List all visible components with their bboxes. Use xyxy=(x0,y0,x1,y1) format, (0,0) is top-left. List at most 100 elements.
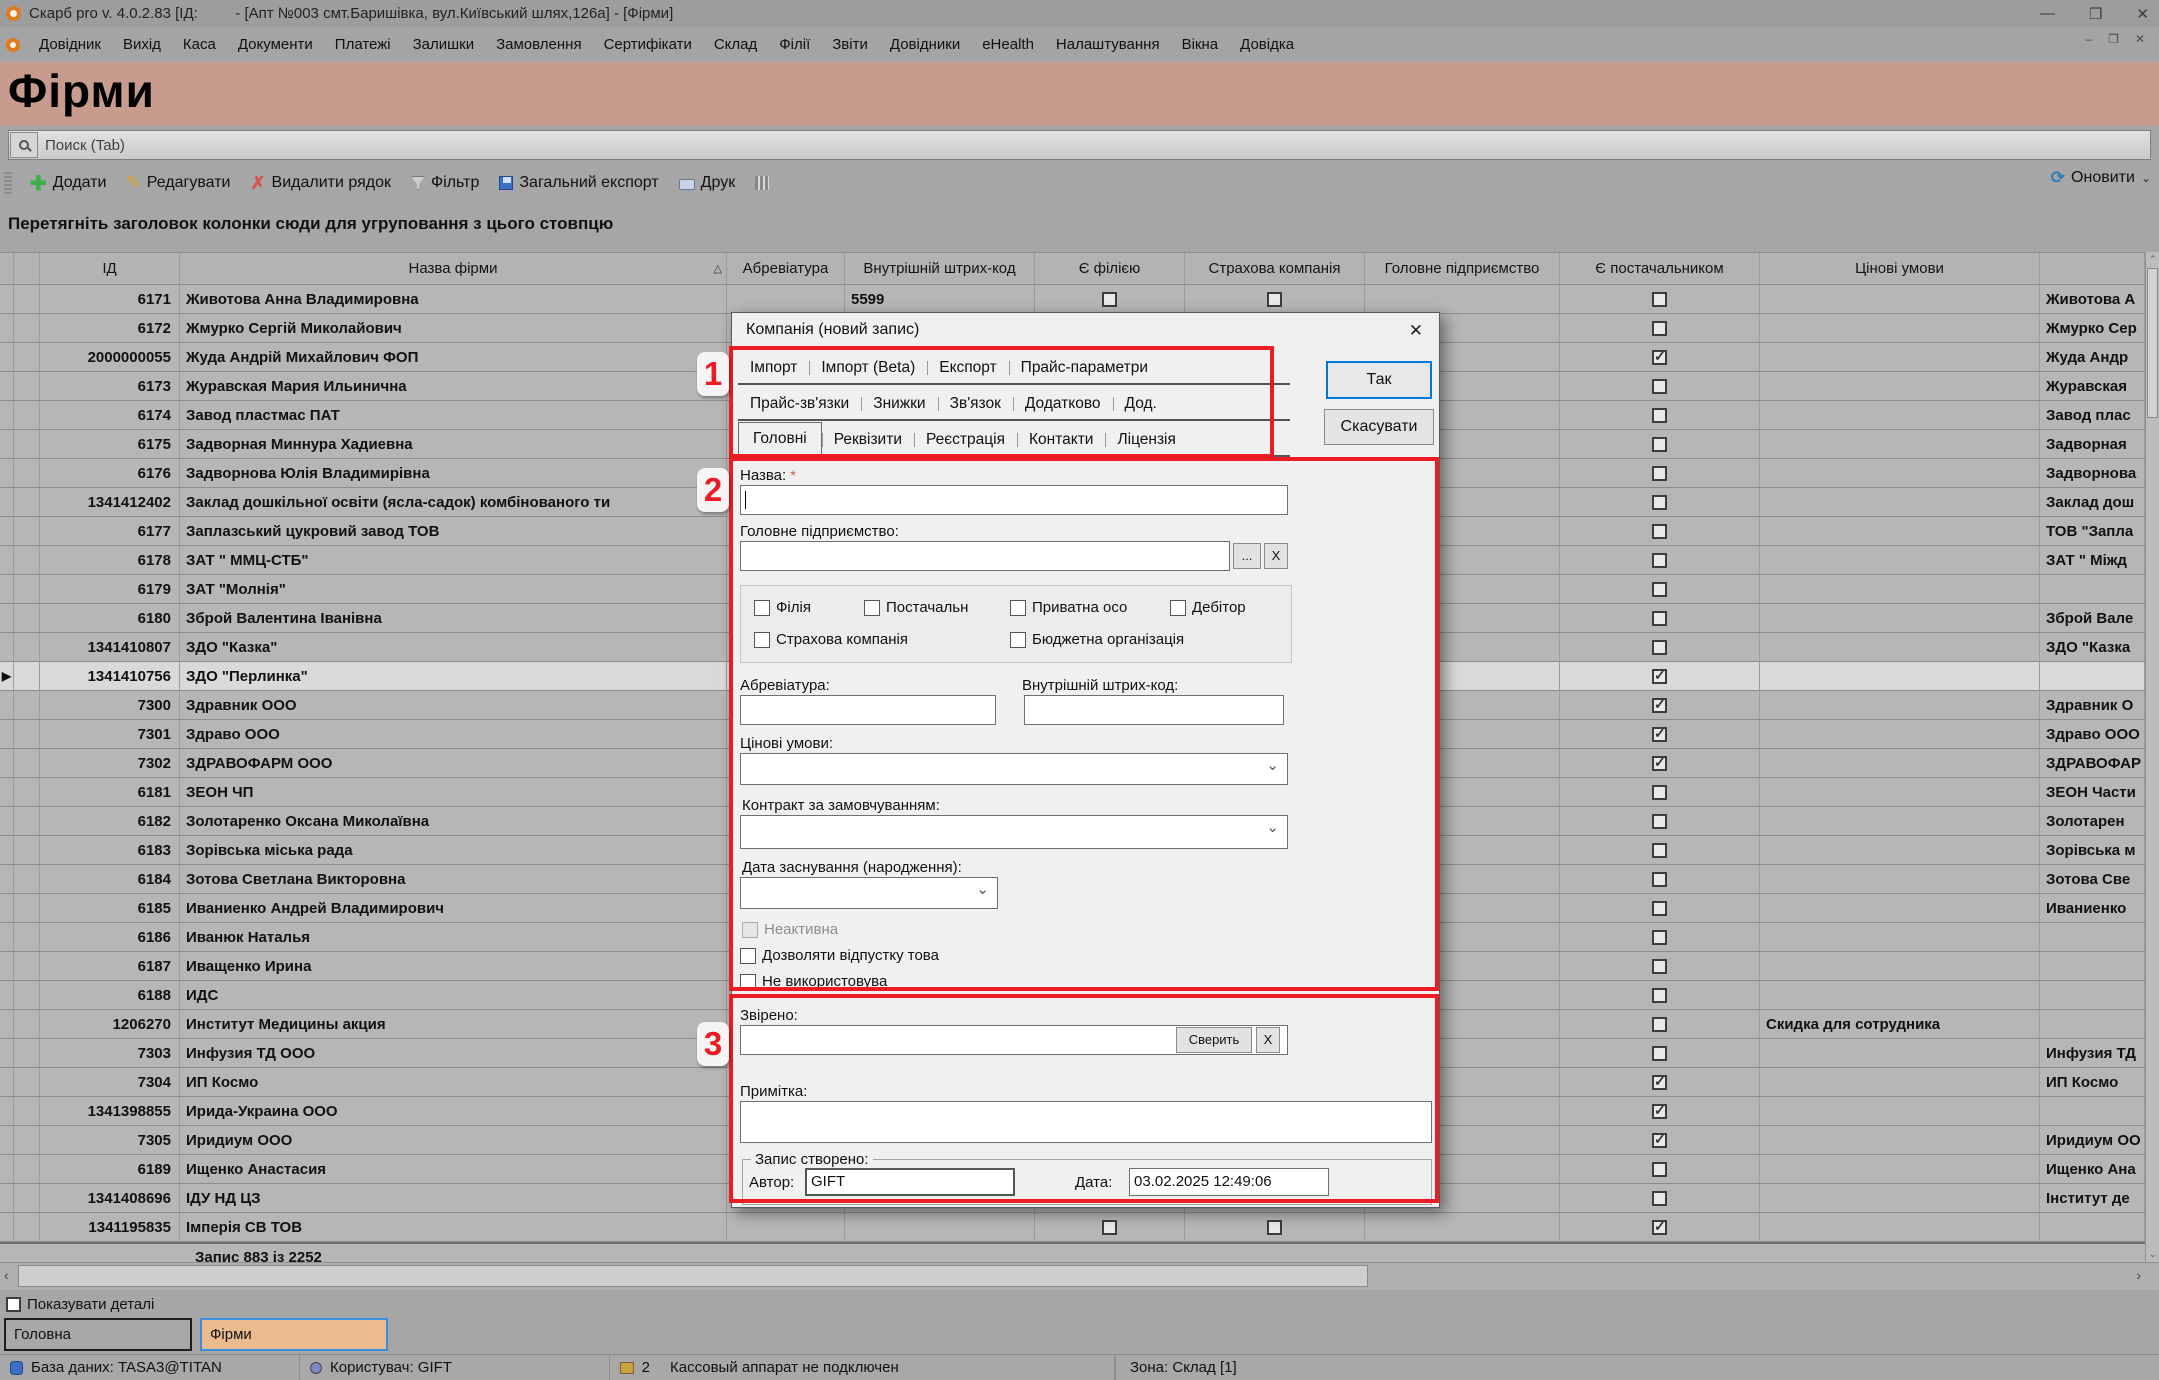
checkbox-checked-icon xyxy=(1652,350,1667,365)
menu-item-довідка[interactable]: Довідка xyxy=(1229,32,1305,57)
ok-button[interactable]: Так xyxy=(1326,361,1432,399)
menu-item-ehealth[interactable]: eHealth xyxy=(971,32,1045,57)
menu-item-довідники[interactable]: Довідники xyxy=(879,32,971,57)
cell xyxy=(0,575,14,603)
cell-price-terms xyxy=(1760,546,2040,574)
checkbox-icon xyxy=(1267,1220,1282,1235)
menu-item-звіти[interactable]: Звіти xyxy=(821,32,879,57)
cell-is-supplier xyxy=(1560,575,1760,603)
edit-button[interactable]: ✎Редагувати xyxy=(116,169,240,197)
cell xyxy=(14,285,40,313)
app-logo-icon xyxy=(6,6,21,21)
print-button[interactable]: Друк xyxy=(669,170,746,196)
menu-item-документи[interactable]: Документи xyxy=(227,32,324,57)
app-menu-icon[interactable] xyxy=(6,38,20,52)
vscroll-thumb[interactable] xyxy=(2147,268,2158,418)
column-header[interactable]: Внутрішній штрих-код xyxy=(845,253,1035,284)
cell xyxy=(14,836,40,864)
scroll-up-icon[interactable]: ⌃ xyxy=(2149,254,2157,265)
search-input[interactable]: Поиск (Tab) xyxy=(39,137,125,154)
scroll-left-icon[interactable]: ‹ xyxy=(4,1267,9,1283)
cell-alt-name: Жмурко Сер xyxy=(2040,314,2145,342)
menu-item-сертифікати[interactable]: Сертифікати xyxy=(593,32,703,57)
scroll-right-icon[interactable]: › xyxy=(2136,1267,2141,1283)
menu-item-каса[interactable]: Каса xyxy=(172,32,227,57)
column-header[interactable]: Є філією xyxy=(1035,253,1185,284)
tab-firms[interactable]: Фірми xyxy=(200,1318,388,1351)
restore-button[interactable]: ❐ xyxy=(2089,5,2102,23)
dialog-close-icon[interactable]: ✕ xyxy=(1409,321,1423,341)
refresh-dropdown-icon[interactable]: ⌄ xyxy=(2141,171,2151,185)
export-button[interactable]: Загальний експорт xyxy=(489,170,668,196)
table-row[interactable]: 6171Животова Анна Владимировна5599Живото… xyxy=(0,285,2159,314)
column-header[interactable]: Абревіатура xyxy=(727,253,845,284)
menu-item-довідник[interactable]: Довідник xyxy=(28,32,112,57)
cell-is-supplier xyxy=(1560,923,1760,951)
cell-name: Здраво ООО xyxy=(180,720,727,748)
cell-price-terms xyxy=(1760,952,2040,980)
checkbox-icon xyxy=(1652,814,1667,829)
cell-is-supplier xyxy=(1560,633,1760,661)
cell-price-terms xyxy=(1760,720,2040,748)
cell-id: 1341195835 xyxy=(40,1213,180,1241)
cancel-button[interactable]: Скасувати xyxy=(1324,409,1434,445)
menu-item-замовлення[interactable]: Замовлення xyxy=(485,32,592,57)
cell-price-terms xyxy=(1760,343,2040,371)
column-header[interactable] xyxy=(2040,253,2145,284)
filter-button[interactable]: Фільтр xyxy=(401,170,489,196)
menu-item-налаштування[interactable]: Налаштування xyxy=(1045,32,1171,57)
mdi-minimize-button[interactable]: – xyxy=(2085,32,2092,46)
group-by-text: Перетягніть заголовок колонки сюди для у… xyxy=(0,214,613,233)
cell-is-supplier xyxy=(1560,691,1760,719)
horizontal-scrollbar[interactable]: ‹ › xyxy=(0,1262,2159,1290)
refresh-button[interactable]: ⟳ Оновити ⌄ xyxy=(2051,168,2151,188)
cell-id: 6177 xyxy=(40,517,180,545)
menu-item-вікна[interactable]: Вікна xyxy=(1171,32,1230,57)
mdi-close-button[interactable]: ✕ xyxy=(2135,32,2145,46)
annotation-number-2: 2 xyxy=(697,468,729,512)
cell xyxy=(14,314,40,342)
group-by-bar[interactable]: Перетягніть заголовок колонки сюди для у… xyxy=(0,202,2159,252)
cell-name: Заклад дошкільної освіти (ясла-садок) ко… xyxy=(180,488,727,516)
tab-home[interactable]: Головна xyxy=(4,1318,192,1351)
toolbar-grip[interactable] xyxy=(4,172,12,194)
cell-is-supplier xyxy=(1560,1184,1760,1212)
checkbox-icon xyxy=(1652,930,1667,945)
delete-row-button[interactable]: ✗Видалити рядок xyxy=(240,169,401,198)
column-header[interactable]: Назва фірми△ xyxy=(180,253,727,284)
checkbox-icon xyxy=(1652,843,1667,858)
cell-name: Задворнова Юлія Владимирівна xyxy=(180,459,727,487)
table-row[interactable]: 1341195835Імперія СВ ТОВ xyxy=(0,1213,2159,1242)
close-button[interactable]: ✕ xyxy=(2136,5,2149,23)
checkbox-icon xyxy=(1652,959,1667,974)
column-header[interactable]: Цінові умови xyxy=(1760,253,2040,284)
checkbox-icon xyxy=(1652,901,1667,916)
cell-price-terms xyxy=(1760,372,2040,400)
mdi-restore-button[interactable]: ❐ xyxy=(2108,32,2119,46)
column-header[interactable]: Є постачальником xyxy=(1560,253,1760,284)
cell-alt-name: Золотарен xyxy=(2040,807,2145,835)
scroll-down-icon[interactable]: ⌄ xyxy=(2149,1249,2157,1260)
menu-item-платежі[interactable]: Платежі xyxy=(324,32,402,57)
column-header[interactable]: Головне підприємство xyxy=(1365,253,1560,284)
columns-button[interactable] xyxy=(745,172,779,194)
search-bar[interactable]: Поиск (Tab) xyxy=(8,130,2151,160)
menu-item-вихід[interactable]: Вихід xyxy=(112,32,172,57)
dialog-title-bar[interactable]: Компанія (новий запис) xyxy=(732,313,1439,347)
minimize-button[interactable]: — xyxy=(2040,5,2055,22)
delete-icon: ✗ xyxy=(250,173,265,194)
show-details-checkbox[interactable]: Показувати деталі xyxy=(6,1296,154,1313)
menu-item-філії[interactable]: Філії xyxy=(768,32,821,57)
hscroll-thumb[interactable] xyxy=(18,1265,1368,1287)
column-header[interactable]: ІД xyxy=(40,253,180,284)
add-button[interactable]: ✚Додати xyxy=(20,167,116,200)
vertical-scrollbar[interactable]: ⌃ ⌄ xyxy=(2145,252,2159,1262)
menu-item-залишки[interactable]: Залишки xyxy=(402,32,486,57)
cell-alt-name: ИП Космо xyxy=(2040,1068,2145,1096)
menu-items: ДовідникВихідКасаДокументиПлатежіЗалишки… xyxy=(28,32,1305,57)
search-button[interactable] xyxy=(10,132,38,158)
column-header[interactable]: Страхова компанія xyxy=(1185,253,1365,284)
cell-is-supplier xyxy=(1560,778,1760,806)
menu-item-склад[interactable]: Склад xyxy=(703,32,768,57)
export-icon xyxy=(499,176,513,190)
